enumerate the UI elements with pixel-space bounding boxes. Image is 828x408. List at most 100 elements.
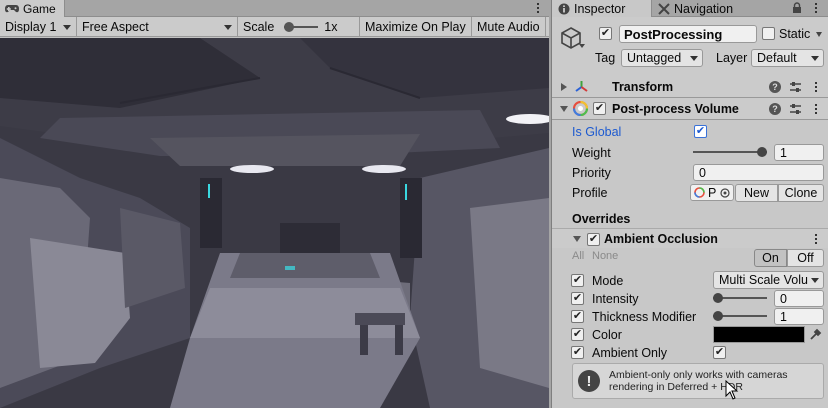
new-profile-button[interactable]: New xyxy=(735,184,778,202)
color-label: Color xyxy=(592,328,622,342)
tag-label: Tag xyxy=(595,51,616,65)
component-menu-icon[interactable] xyxy=(810,101,822,117)
intensity-slider-thumb[interactable] xyxy=(713,293,723,303)
aspect-dropdown-label: Free Aspect xyxy=(82,19,149,34)
scale-value: 1x xyxy=(324,19,338,34)
priority-label: Priority xyxy=(572,166,611,180)
weight-field[interactable]: 1 xyxy=(774,144,824,161)
select-none-link[interactable]: None xyxy=(592,250,618,262)
static-dropdown-icon[interactable] xyxy=(816,32,822,37)
transform-axes-icon xyxy=(575,81,588,92)
profile-object-field[interactable]: P xyxy=(690,184,734,201)
tag-dropdown[interactable]: Untagged xyxy=(621,49,703,67)
profile-value: P xyxy=(708,185,717,200)
thickness-slider-thumb[interactable] xyxy=(713,311,723,321)
transform-component-header[interactable]: Transform ? xyxy=(552,76,828,98)
mouse-cursor-icon xyxy=(725,380,739,400)
is-global-checkbox[interactable]: ✔ xyxy=(694,125,707,138)
game-scene-render xyxy=(0,38,549,408)
ambient-only-label: Ambient Only xyxy=(592,346,668,360)
eyedropper-icon[interactable] xyxy=(809,328,822,341)
game-menu-icon[interactable] xyxy=(532,0,544,16)
ambient-occlusion-header[interactable]: ✔ Ambient Occlusion xyxy=(552,228,828,248)
scale-control[interactable]: Scale 1x xyxy=(238,17,360,36)
profile-label: Profile xyxy=(572,186,608,200)
foldout-expanded-icon[interactable] xyxy=(560,106,568,112)
mute-audio-toggle[interactable]: Mute Audio xyxy=(472,17,546,36)
preset-icon[interactable] xyxy=(789,103,802,115)
info-icon xyxy=(558,3,570,14)
effect-on-label: On xyxy=(762,251,779,265)
chevron-down-icon xyxy=(224,25,232,30)
overrides-title: Overrides xyxy=(572,212,631,226)
tab-game-label: Game xyxy=(23,1,56,16)
tab-navigation[interactable]: Navigation xyxy=(652,0,739,17)
thickness-override-checkbox[interactable]: ✔ xyxy=(571,310,584,323)
object-name-field[interactable]: PostProcessing xyxy=(619,25,757,43)
weight-slider[interactable] xyxy=(693,146,767,158)
ambient-only-override-checkbox[interactable]: ✔ xyxy=(571,346,584,359)
aspect-dropdown[interactable]: Free Aspect xyxy=(77,17,238,36)
chevron-down-icon xyxy=(690,56,698,61)
tab-inspector[interactable]: Inspector xyxy=(552,0,652,17)
thickness-value: 1 xyxy=(780,309,787,324)
weight-slider-thumb[interactable] xyxy=(757,147,767,157)
effect-on-button[interactable]: On xyxy=(754,249,787,267)
chevron-down-icon xyxy=(811,278,819,283)
weight-value: 1 xyxy=(780,145,787,160)
icon-dropdown-caret-icon[interactable] xyxy=(579,44,585,48)
transform-title: Transform xyxy=(612,80,674,94)
inspector-menu-icon[interactable] xyxy=(810,0,822,16)
thickness-field[interactable]: 1 xyxy=(774,308,824,325)
thickness-modifier-label: Thickness Modifier xyxy=(592,310,697,324)
ambient-only-checkbox[interactable]: ✔ xyxy=(713,346,726,359)
tab-game[interactable]: Game xyxy=(0,0,65,17)
effect-off-button[interactable]: Off xyxy=(787,249,824,267)
game-viewport[interactable] xyxy=(0,38,549,408)
foldout-collapsed-icon[interactable] xyxy=(561,83,567,91)
foldout-expanded-icon[interactable] xyxy=(573,236,581,242)
help-icon[interactable]: ? xyxy=(769,103,781,115)
navigation-icon xyxy=(658,2,670,15)
help-icon[interactable]: ? xyxy=(769,81,781,93)
intensity-field[interactable]: 0 xyxy=(774,290,824,307)
component-menu-icon[interactable] xyxy=(810,79,822,95)
layer-dropdown[interactable]: Default xyxy=(751,49,824,67)
effect-menu-icon[interactable] xyxy=(810,231,822,247)
game-toolbar: Display 1 Free Aspect Scale 1x Maximize … xyxy=(0,17,549,37)
inspector-tab-bar: Inspector Navigation xyxy=(552,0,828,17)
intensity-slider[interactable] xyxy=(713,292,767,304)
object-name-value: PostProcessing xyxy=(624,26,723,42)
scale-label: Scale xyxy=(243,19,275,34)
lock-icon[interactable] xyxy=(792,2,802,14)
clone-profile-button[interactable]: Clone xyxy=(778,184,824,202)
mode-override-checkbox[interactable]: ✔ xyxy=(571,274,584,287)
postprocess-volume-header[interactable]: ✔ Post-process Volume ? xyxy=(552,98,828,120)
priority-value: 0 xyxy=(699,165,706,180)
scale-slider[interactable] xyxy=(284,21,319,32)
object-picker-icon[interactable] xyxy=(720,187,730,198)
clone-profile-label: Clone xyxy=(784,186,818,200)
mode-dropdown[interactable]: Multi Scale Volu xyxy=(713,271,824,289)
static-label: Static xyxy=(779,27,811,41)
intensity-override-checkbox[interactable]: ✔ xyxy=(571,292,584,305)
volume-enabled-checkbox[interactable]: ✔ xyxy=(593,102,606,115)
display-dropdown[interactable]: Display 1 xyxy=(0,17,77,36)
tab-inspector-label: Inspector xyxy=(574,1,626,16)
game-tab-bar: Game xyxy=(0,0,549,17)
active-checkbox[interactable]: ✔ xyxy=(599,27,612,40)
priority-field[interactable]: 0 xyxy=(693,164,824,181)
preset-icon[interactable] xyxy=(789,81,802,93)
select-all-link[interactable]: All xyxy=(572,250,584,262)
mute-audio-label: Mute Audio xyxy=(477,19,540,34)
gameobject-header: ✔ PostProcessing Static Tag Untagged Lay… xyxy=(552,17,828,77)
static-checkbox[interactable] xyxy=(762,27,775,40)
ambient-occlusion-enabled-checkbox[interactable]: ✔ xyxy=(587,233,600,246)
maximize-on-play-toggle[interactable]: Maximize On Play xyxy=(360,17,472,36)
color-override-checkbox[interactable]: ✔ xyxy=(571,328,584,341)
scale-slider-thumb[interactable] xyxy=(284,21,295,32)
chevron-down-icon xyxy=(63,25,71,30)
ambient-occlusion-title: Ambient Occlusion xyxy=(604,232,718,246)
color-swatch[interactable] xyxy=(713,326,805,343)
thickness-slider[interactable] xyxy=(713,310,767,322)
